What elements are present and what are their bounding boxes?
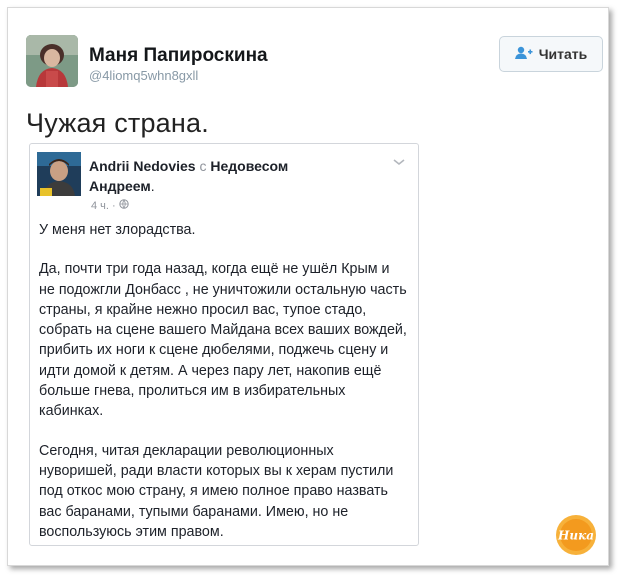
tweet-text: Чужая страна. — [26, 108, 209, 138]
user-avatar[interactable] — [26, 35, 78, 87]
post-paragraph: У меня нет злорадства. — [39, 222, 196, 238]
svg-text:Ника: Ника — [557, 529, 594, 543]
tweet-card: Маня Папироскина @4liomq5whn8gxll Читать… — [7, 7, 609, 566]
fb-post-time[interactable]: 4 ч. — [91, 200, 109, 212]
follow-button[interactable]: Читать — [499, 36, 603, 72]
facebook-post-screenshot: Andrii Nedovies с Недовесом Андреем. 4 ч… — [29, 143, 419, 546]
author-handle[interactable]: @4liomq5whn8gxll — [89, 68, 198, 83]
fb-author-name[interactable]: Andrii Nedovies — [89, 158, 196, 174]
globe-icon — [118, 199, 129, 212]
fb-post-meta: 4 ч. · — [91, 199, 129, 212]
post-paragraph: Сегодня, читая декларации революционных … — [39, 442, 394, 540]
fb-author-avatar — [37, 152, 81, 196]
meta-separator: · — [111, 199, 116, 212]
add-user-icon — [514, 46, 533, 63]
watermark-logo: Ника — [555, 514, 597, 556]
header-period: . — [150, 178, 155, 194]
follow-label: Читать — [538, 46, 588, 62]
with-word: с — [199, 158, 207, 174]
chevron-down-icon[interactable] — [392, 154, 406, 166]
author-name[interactable]: Маня Папироскина — [89, 45, 268, 67]
post-paragraph: Да, почти три года назад, когда ещё не у… — [39, 261, 407, 420]
fb-post-header: Andrii Nedovies с Недовесом Андреем. — [89, 156, 349, 196]
fb-post-body: У меня нет злорадства. Да, почти три год… — [39, 220, 409, 561]
